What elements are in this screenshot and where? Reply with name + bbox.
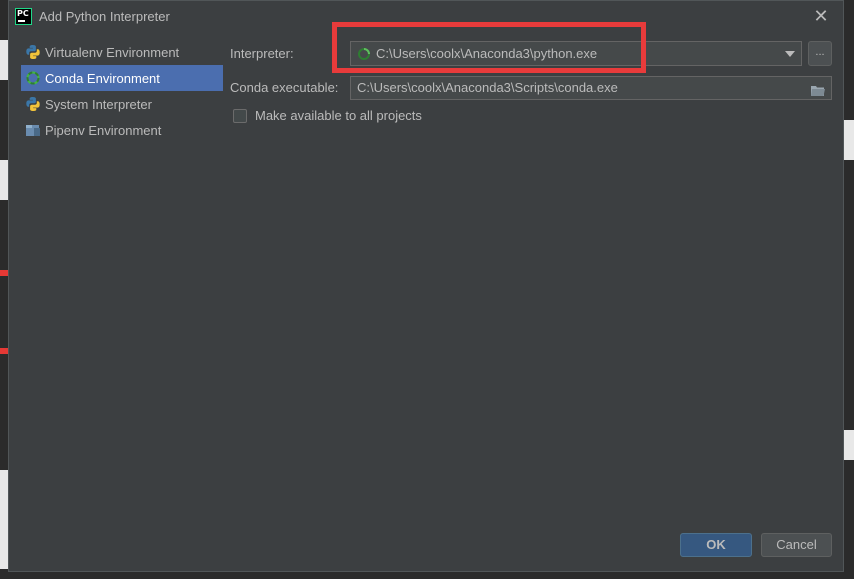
interpreter-label: Interpreter: [230,46,294,61]
interpreter-value: C:\Users\coolx\Anaconda3\python.exe [376,46,598,61]
cancel-button[interactable]: Cancel [761,533,832,557]
make-available-checkbox[interactable] [233,108,247,123]
make-available-label: Make available to all projects [255,108,422,123]
background-ide-right [844,0,854,579]
sidebar-item-label: Conda Environment [45,70,160,86]
loading-spinner-icon [357,47,371,61]
title-bar[interactable]: PC Add Python Interpreter ✕ [9,1,843,33]
background-panel-fragment [0,40,8,80]
sidebar-item-system-interpreter[interactable]: System Interpreter [21,91,223,117]
add-python-interpreter-dialog: PC Add Python Interpreter ✕ Virtualenv E… [8,0,844,572]
browse-interpreter-button[interactable]: ... [808,41,832,66]
sidebar-item-label: Pipenv Environment [45,122,162,138]
python-icon [25,96,41,112]
background-panel-fragment [844,430,854,460]
background-panel-fragment [0,160,8,200]
pycharm-app-icon: PC [15,8,32,25]
conda-executable-field[interactable]: C:\Users\coolx\Anaconda3\Scripts\conda.e… [350,76,832,100]
dialog-title: Add Python Interpreter [39,9,170,24]
sidebar-item-label: Virtualenv Environment [45,44,180,60]
background-panel-fragment [844,120,854,160]
pipenv-icon [25,122,41,138]
conda-icon [25,70,41,86]
background-marker [0,270,8,276]
sidebar-item-label: System Interpreter [45,96,152,112]
close-icon[interactable]: ✕ [813,7,829,25]
sidebar-item-virtualenv[interactable]: Virtualenv Environment [21,39,223,65]
folder-icon[interactable] [811,82,825,96]
app-icon-text: PC [17,9,29,18]
ok-button[interactable]: OK [680,533,752,557]
dropdown-arrow-icon[interactable] [785,51,795,57]
interpreter-combobox[interactable]: C:\Users\coolx\Anaconda3\python.exe [350,41,802,66]
make-available-row[interactable]: Make available to all projects [233,108,422,123]
background-panel-fragment [0,470,8,570]
sidebar-item-conda[interactable]: Conda Environment [21,65,223,91]
conda-executable-label: Conda executable: [230,80,339,95]
python-icon [25,44,41,60]
background-marker [0,348,8,354]
conda-executable-value: C:\Users\coolx\Anaconda3\Scripts\conda.e… [357,80,618,95]
sidebar-item-pipenv[interactable]: Pipenv Environment [21,117,223,143]
environment-type-list: Virtualenv Environment Conda Environment… [21,39,223,143]
